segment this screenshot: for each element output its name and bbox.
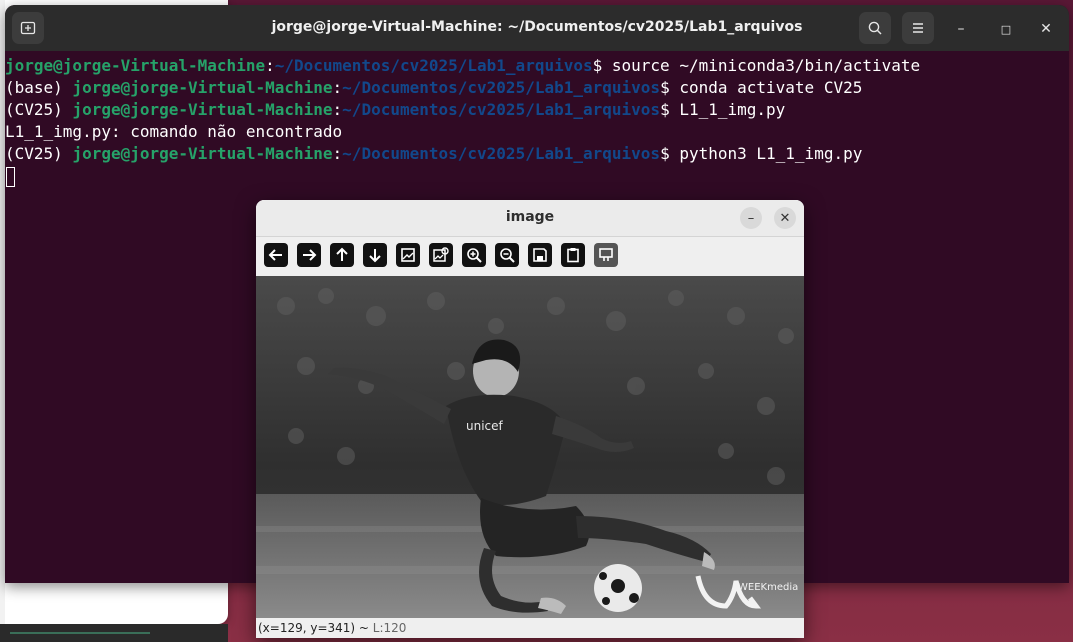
arrow-up-icon	[336, 247, 348, 261]
terminal-line: L1_1_img.py: comando não encontrado	[5, 121, 1069, 143]
prompt-path: ~/Documentos/cv2025/Lab1_arquivos	[274, 56, 593, 75]
image-minimize-button[interactable]: –	[740, 207, 762, 229]
pixel-value: L:120	[368, 621, 407, 635]
shirt-text: unicef	[466, 419, 504, 433]
pixel-coordinates: (x=129, y=341) ~	[258, 621, 369, 635]
image-zoom-icon	[433, 247, 449, 262]
search-icon	[868, 21, 882, 35]
zoom-in-icon	[467, 248, 482, 263]
prompt-path: ~/Documentos/cv2025/Lab1_arquivos	[342, 100, 661, 119]
arrow-right-icon	[303, 249, 317, 261]
prompt-path: ~/Documentos/cv2025/Lab1_arquivos	[342, 78, 661, 97]
image-toolbar	[256, 237, 804, 276]
save-icon	[533, 248, 547, 262]
football-player-photo: unicef WEEKmedia	[256, 276, 804, 618]
image-status-bar: (x=129, y=341) ~ L:120	[256, 618, 804, 638]
terminal-line	[5, 165, 1069, 187]
image-icon	[401, 248, 415, 262]
prompt-path: ~/Documentos/cv2025/Lab1_arquivos	[342, 144, 661, 163]
arrow-left-icon	[268, 249, 282, 261]
env-prefix: (CV25)	[5, 100, 73, 119]
prompt-colon: :	[332, 100, 343, 119]
image-window-header[interactable]: image – ✕	[256, 200, 804, 237]
zoom-fit-button[interactable]	[396, 243, 420, 267]
pan-left-button[interactable]	[264, 243, 288, 267]
image-window-title: image	[505, 209, 555, 225]
arrow-down-icon	[369, 249, 381, 263]
prompt-colon: :	[265, 56, 275, 75]
copy-button[interactable]	[561, 243, 585, 267]
prompt-colon: :	[332, 144, 343, 163]
displayed-image[interactable]: unicef WEEKmedia	[256, 276, 804, 618]
pan-right-button[interactable]	[297, 243, 321, 267]
terminal-header: jorge@jorge-Virtual-Machine: ~/Documento…	[5, 5, 1069, 51]
zoom-out-icon	[500, 248, 515, 263]
command-text: $ conda activate CV25	[660, 78, 863, 97]
background-taskbar	[0, 624, 228, 642]
zoom-in-button[interactable]	[462, 243, 486, 267]
terminal-line: (base) jorge@jorge-Virtual-Machine:~/Doc…	[5, 77, 1069, 99]
clipboard-icon	[567, 248, 579, 263]
command-text: $ source ~/miniconda3/bin/activate	[592, 56, 921, 75]
prompt-user: jorge@jorge-Virtual-Machine	[72, 100, 333, 119]
zoom-original-button[interactable]	[429, 243, 453, 267]
terminal-line: (CV25) jorge@jorge-Virtual-Machine:~/Doc…	[5, 143, 1069, 165]
prompt-user: jorge@jorge-Virtual-Machine	[72, 144, 333, 163]
error-text: L1_1_img.py: comando não encontrado	[5, 122, 343, 141]
pan-down-button[interactable]	[363, 243, 387, 267]
terminal-line: (CV25) jorge@jorge-Virtual-Machine:~/Doc…	[5, 99, 1069, 121]
terminal-cursor	[6, 166, 15, 187]
prompt-user: jorge@jorge-Virtual-Machine	[72, 78, 333, 97]
env-prefix: (base)	[5, 78, 73, 97]
terminal-line: jorge@jorge-Virtual-Machine:~/Documentos…	[5, 55, 1069, 77]
pan-up-button[interactable]	[330, 243, 354, 267]
prompt-user: jorge@jorge-Virtual-Machine	[5, 56, 266, 75]
watermark-text: WEEKmedia	[738, 582, 798, 593]
prompt-colon: :	[332, 78, 343, 97]
env-prefix: (CV25)	[5, 144, 73, 163]
properties-icon	[599, 248, 613, 261]
progress-line	[10, 632, 150, 634]
search-button[interactable]	[859, 12, 891, 44]
close-button[interactable]: ✕	[1035, 18, 1057, 40]
properties-button[interactable]	[594, 243, 618, 267]
hamburger-menu-icon	[913, 23, 923, 33]
menu-button[interactable]	[902, 12, 934, 44]
image-close-button[interactable]: ✕	[774, 207, 796, 229]
zoom-out-button[interactable]	[495, 243, 519, 267]
image-window: image – ✕ unicef WEEKmedia (x=129, y=341…	[256, 200, 804, 638]
save-button[interactable]	[528, 243, 552, 267]
maximize-button[interactable]: □	[995, 18, 1017, 40]
command-text: $ python3 L1_1_img.py	[660, 144, 863, 163]
command-text: $ L1_1_img.py	[660, 100, 786, 119]
minimize-button[interactable]: –	[950, 18, 972, 40]
